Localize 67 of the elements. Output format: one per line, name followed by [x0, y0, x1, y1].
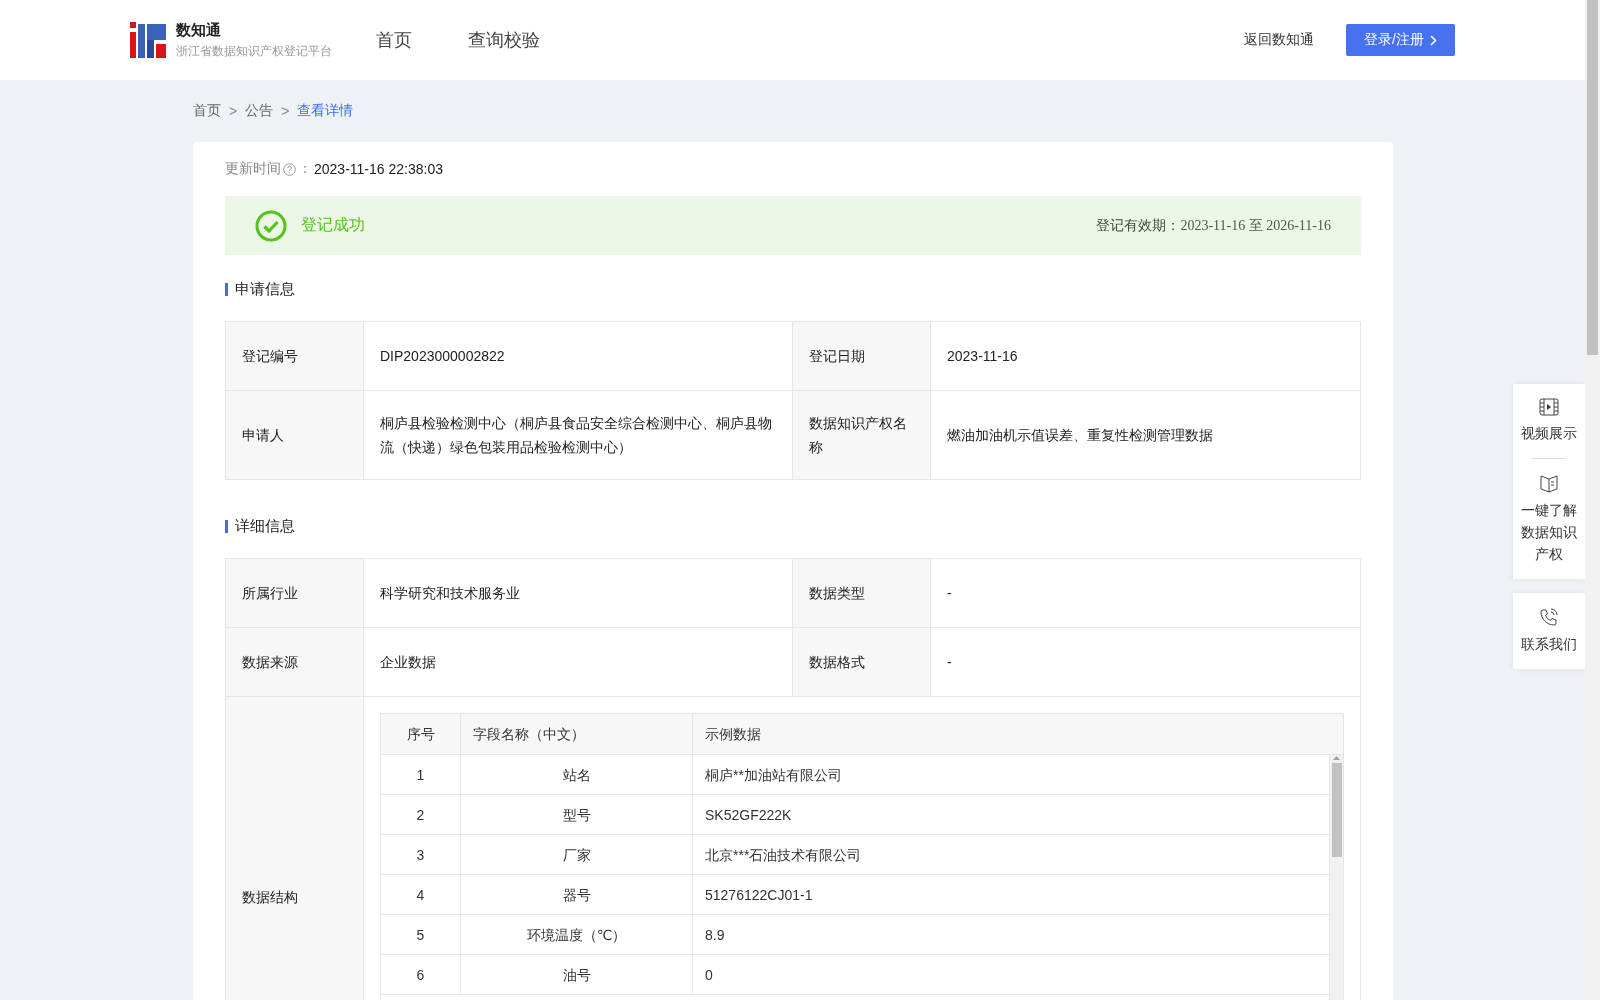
update-label: 更新时间: [225, 160, 281, 178]
chevron-icon: [1429, 34, 1437, 46]
back-link[interactable]: 返回数知通: [1244, 31, 1314, 49]
logo-icon: [130, 22, 166, 58]
field-label: 登记编号: [226, 322, 364, 391]
field-label: 申请人: [226, 391, 364, 480]
field-label: 所属行业: [226, 559, 364, 628]
book-icon: [1539, 473, 1559, 493]
section-title: 详细信息: [235, 516, 295, 536]
table-cell-text: 0: [704, 965, 714, 985]
validity-label: 登记有效期：: [1096, 216, 1181, 235]
section-marker: [225, 519, 228, 533]
breadcrumb-link[interactable]: 查看详情: [297, 102, 354, 120]
field-value: 燃油加油机示值误差、重复性检测管理数据: [931, 391, 1361, 480]
section-title: 申请信息: [235, 279, 295, 299]
field-label: 数据格式: [793, 628, 931, 697]
scroll-thumb[interactable]: [1331, 763, 1342, 857]
validity-period: 2023-11-16 至 2026-11-16: [1180, 216, 1331, 235]
field-label: 数据类型: [793, 559, 931, 628]
table-cell: 环境温度（℃）: [461, 915, 693, 954]
logo-subtitle: 浙江省数据知识产权登记平台: [176, 42, 332, 60]
table-cell: 站名: [461, 755, 693, 794]
login-button[interactable]: 登录/注册: [1346, 24, 1455, 56]
field-label: 数据来源: [226, 628, 364, 697]
update-time: 2023-11-16 22:38:03: [314, 161, 443, 177]
section-marker: [225, 282, 228, 296]
table-cell: 5: [381, 915, 461, 954]
breadcrumb-link[interactable]: 首页: [193, 102, 221, 120]
table-cell: 2: [381, 795, 461, 834]
table-cell: 3: [381, 835, 461, 874]
table-cell: 厂家: [461, 835, 693, 874]
table-cell-text: 8.9: [704, 925, 726, 945]
table-cell: 1: [381, 755, 461, 794]
help-icon: [283, 162, 296, 176]
table-cell-text: 51276122CJ01-1: [704, 885, 814, 905]
nav-link[interactable]: 首页: [376, 28, 412, 52]
field-label: 数据知识产权名称: [793, 391, 931, 480]
status-text: 登记成功: [301, 215, 365, 235]
table-cell: 型号: [461, 795, 693, 834]
phone-icon: [1539, 607, 1559, 627]
side-link[interactable]: 联系我们: [1519, 633, 1579, 655]
table-cell-text: 桐庐**加油站有限公司: [704, 765, 843, 785]
side-link[interactable]: 视频展示: [1519, 422, 1579, 444]
logo-title: 数知通: [176, 20, 222, 40]
table-cell-text: SK52GF222K: [704, 805, 793, 825]
column-header: 示例数据: [704, 725, 762, 744]
film-icon: [1539, 398, 1559, 416]
field-label: 数据结构: [226, 697, 364, 1000]
field-value: -: [931, 559, 1361, 628]
column-header: 字段名称（中文）: [461, 714, 693, 754]
table-cell: 油号: [461, 955, 693, 994]
field-label: 登记日期: [793, 322, 931, 391]
side-link[interactable]: 一键了解数据知识产权: [1519, 499, 1579, 565]
field-value: 2023-11-16: [931, 322, 1361, 391]
update-colon: ：: [298, 160, 312, 178]
breadcrumb-separator: >: [229, 103, 238, 119]
table-cell-text: 北京***石油技术有限公司: [704, 845, 863, 865]
page-scrollbar[interactable]: [1585, 0, 1600, 1000]
nav-link[interactable]: 查询校验: [468, 28, 540, 52]
column-header: 序号: [381, 714, 461, 754]
table-cell: 器号: [461, 875, 693, 914]
table-cell: 4: [381, 875, 461, 914]
check-circle-icon: [255, 209, 287, 242]
breadcrumb-separator: >: [281, 103, 290, 119]
table-cell: 6: [381, 955, 461, 994]
field-value: -: [931, 628, 1361, 697]
breadcrumb-link[interactable]: 公告: [245, 102, 274, 120]
